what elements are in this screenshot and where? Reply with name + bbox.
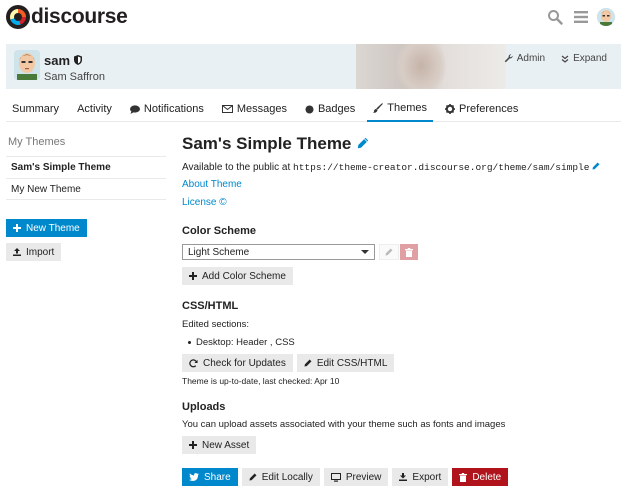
profile-username: sam — [44, 53, 83, 68]
desktop-icon — [330, 472, 341, 482]
delete-color-scheme-button[interactable] — [400, 244, 418, 260]
check-updates-button[interactable]: Check for Updates — [182, 354, 293, 372]
theme-list-item[interactable]: Sam's Simple Theme — [6, 156, 166, 178]
chevron-double-down-icon — [561, 55, 569, 63]
new-theme-button[interactable]: New Theme — [6, 219, 87, 237]
tab-preferences[interactable]: Preferences — [439, 96, 524, 122]
tab-badges[interactable]: Badges — [299, 96, 361, 122]
profile-actions: Admin Expand — [504, 53, 607, 64]
import-button[interactable]: Import — [6, 243, 62, 261]
comment-icon — [129, 104, 140, 114]
share-button[interactable]: Share — [182, 468, 238, 486]
edit-css-html-button[interactable]: Edit CSS/HTML — [296, 354, 395, 372]
refresh-icon — [189, 358, 198, 367]
plus-icon — [189, 272, 197, 280]
uploads-description: You can upload assets associated with yo… — [182, 419, 506, 430]
edit-url-pencil-icon[interactable] — [592, 162, 600, 170]
search-icon[interactable] — [545, 7, 565, 27]
caret-down-icon — [361, 250, 369, 254]
profile-avatar — [14, 50, 40, 80]
edit-title-pencil-icon[interactable] — [357, 137, 369, 152]
tab-messages[interactable]: Messages — [216, 96, 293, 122]
trash-icon — [459, 472, 468, 482]
paintbrush-icon — [373, 103, 384, 113]
theme-actions: Share Edit Locally Preview Export Delete — [182, 468, 509, 486]
pencil-icon — [249, 473, 257, 481]
plus-icon — [189, 441, 197, 449]
user-nav: Summary Activity Notifications Messages … — [6, 96, 621, 122]
tab-themes[interactable]: Themes — [367, 96, 434, 122]
profile-background-image — [356, 44, 506, 89]
edited-sections-label: Edited sections: — [182, 319, 250, 330]
edit-locally-button[interactable]: Edit Locally — [241, 468, 320, 486]
color-scheme-select[interactable]: Light Scheme — [182, 244, 375, 260]
profile-full-name: Sam Saffron — [44, 71, 105, 83]
shield-icon — [74, 53, 83, 68]
preview-button[interactable]: Preview — [323, 468, 389, 486]
themes-sidebar: My Themes Sam's Simple Theme My New Them… — [6, 132, 166, 261]
css-actions: Check for Updates Edit CSS/HTML — [182, 354, 395, 372]
css-html-heading: CSS/HTML — [182, 300, 239, 312]
about-theme-link[interactable]: About Theme — [182, 179, 242, 190]
site-header: discourse — [0, 0, 621, 36]
sidebar-heading: My Themes — [8, 136, 66, 148]
tab-activity[interactable]: Activity — [71, 96, 118, 122]
uploads-heading: Uploads — [182, 401, 226, 413]
wrench-icon — [504, 54, 513, 63]
theme-title: Sam's Simple Theme — [182, 134, 612, 154]
tab-summary[interactable]: Summary — [6, 96, 65, 122]
user-avatar[interactable] — [597, 8, 615, 26]
add-color-scheme-button[interactable]: Add Color Scheme — [182, 267, 293, 285]
hamburger-icon[interactable] — [571, 7, 591, 27]
public-url[interactable]: https://theme-creator.discourse.org/them… — [293, 162, 589, 173]
update-status: Theme is up-to-date, last checked: Apr 1… — [182, 376, 340, 386]
plus-icon — [13, 224, 21, 232]
delete-theme-button[interactable]: Delete — [452, 468, 509, 486]
site-logo[interactable]: discourse — [6, 5, 128, 29]
edited-sections-item: Desktop: Header , CSS — [188, 337, 295, 348]
export-button[interactable]: Export — [392, 468, 449, 486]
theme-detail: Sam's Simple Theme Available to the publ… — [182, 134, 612, 486]
twitter-icon — [189, 473, 199, 481]
public-availability: Available to the public at https://theme… — [182, 162, 600, 173]
theme-list-item[interactable]: My New Theme — [6, 178, 166, 200]
tab-notifications[interactable]: Notifications — [124, 96, 210, 122]
logo-text: discourse — [31, 5, 128, 28]
envelope-icon — [221, 105, 233, 113]
color-scheme-heading: Color Scheme — [182, 225, 256, 237]
circle-icon — [305, 105, 314, 113]
upload-icon — [13, 248, 21, 256]
pencil-icon — [304, 359, 312, 367]
discourse-logo-icon — [6, 5, 30, 29]
edit-color-scheme-button[interactable] — [379, 244, 399, 260]
pencil-icon — [385, 248, 393, 256]
expand-button[interactable]: Expand — [561, 53, 607, 64]
new-asset-button[interactable]: New Asset — [182, 436, 257, 454]
gear-icon — [445, 104, 456, 114]
profile-banner: sam Sam Saffron Admin Expand — [6, 44, 621, 89]
license-link[interactable]: License © — [182, 197, 227, 208]
bullet-icon — [188, 341, 191, 344]
header-icons — [545, 7, 615, 27]
admin-button[interactable]: Admin — [504, 53, 545, 64]
trash-icon — [405, 247, 413, 257]
download-icon — [399, 473, 408, 481]
